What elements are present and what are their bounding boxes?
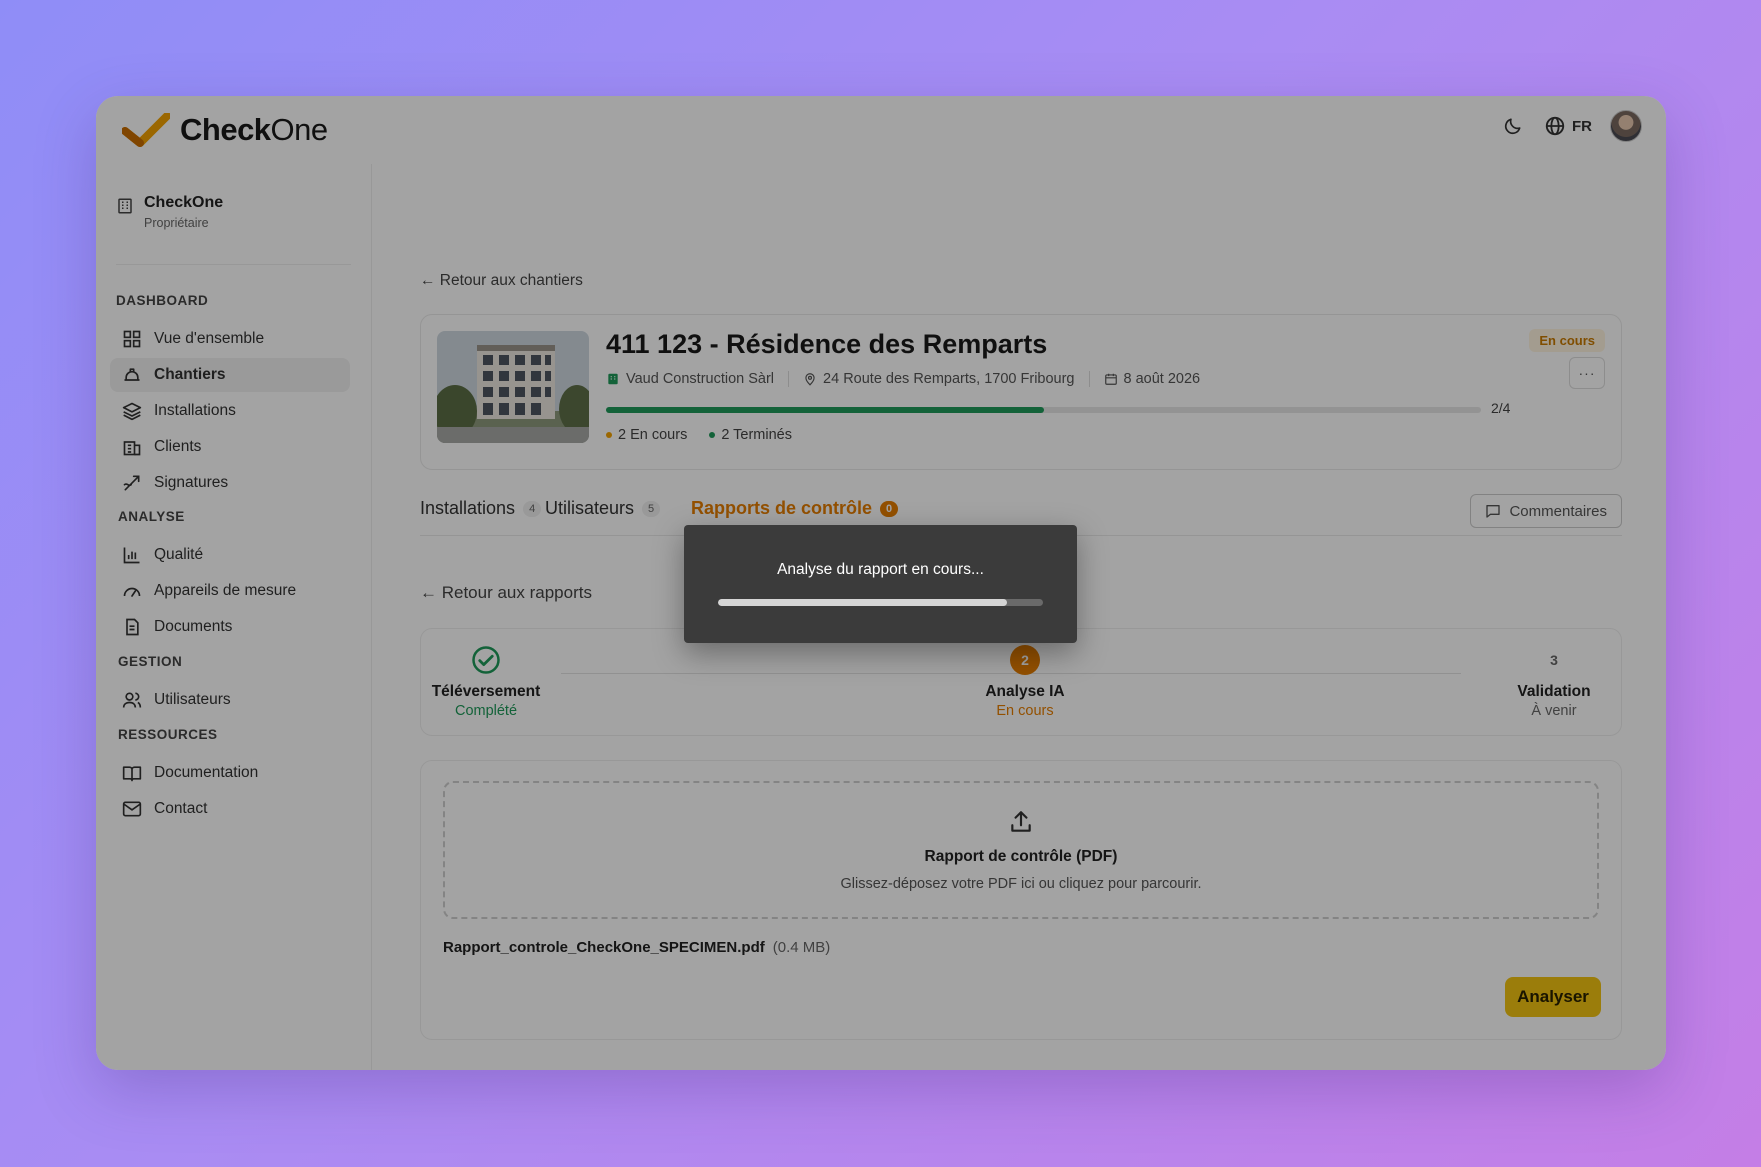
modal-backdrop: Analyse du rapport en cours...	[96, 96, 1666, 1070]
analysis-progress-dialog: Analyse du rapport en cours...	[684, 525, 1077, 643]
app-window: CheckOne FR CheckOne Propriétaire DASHBO…	[96, 96, 1666, 1070]
dialog-progress-fill	[718, 599, 1008, 606]
dialog-progress-bar	[718, 599, 1043, 606]
dialog-message: Analyse du rapport en cours...	[777, 561, 984, 578]
